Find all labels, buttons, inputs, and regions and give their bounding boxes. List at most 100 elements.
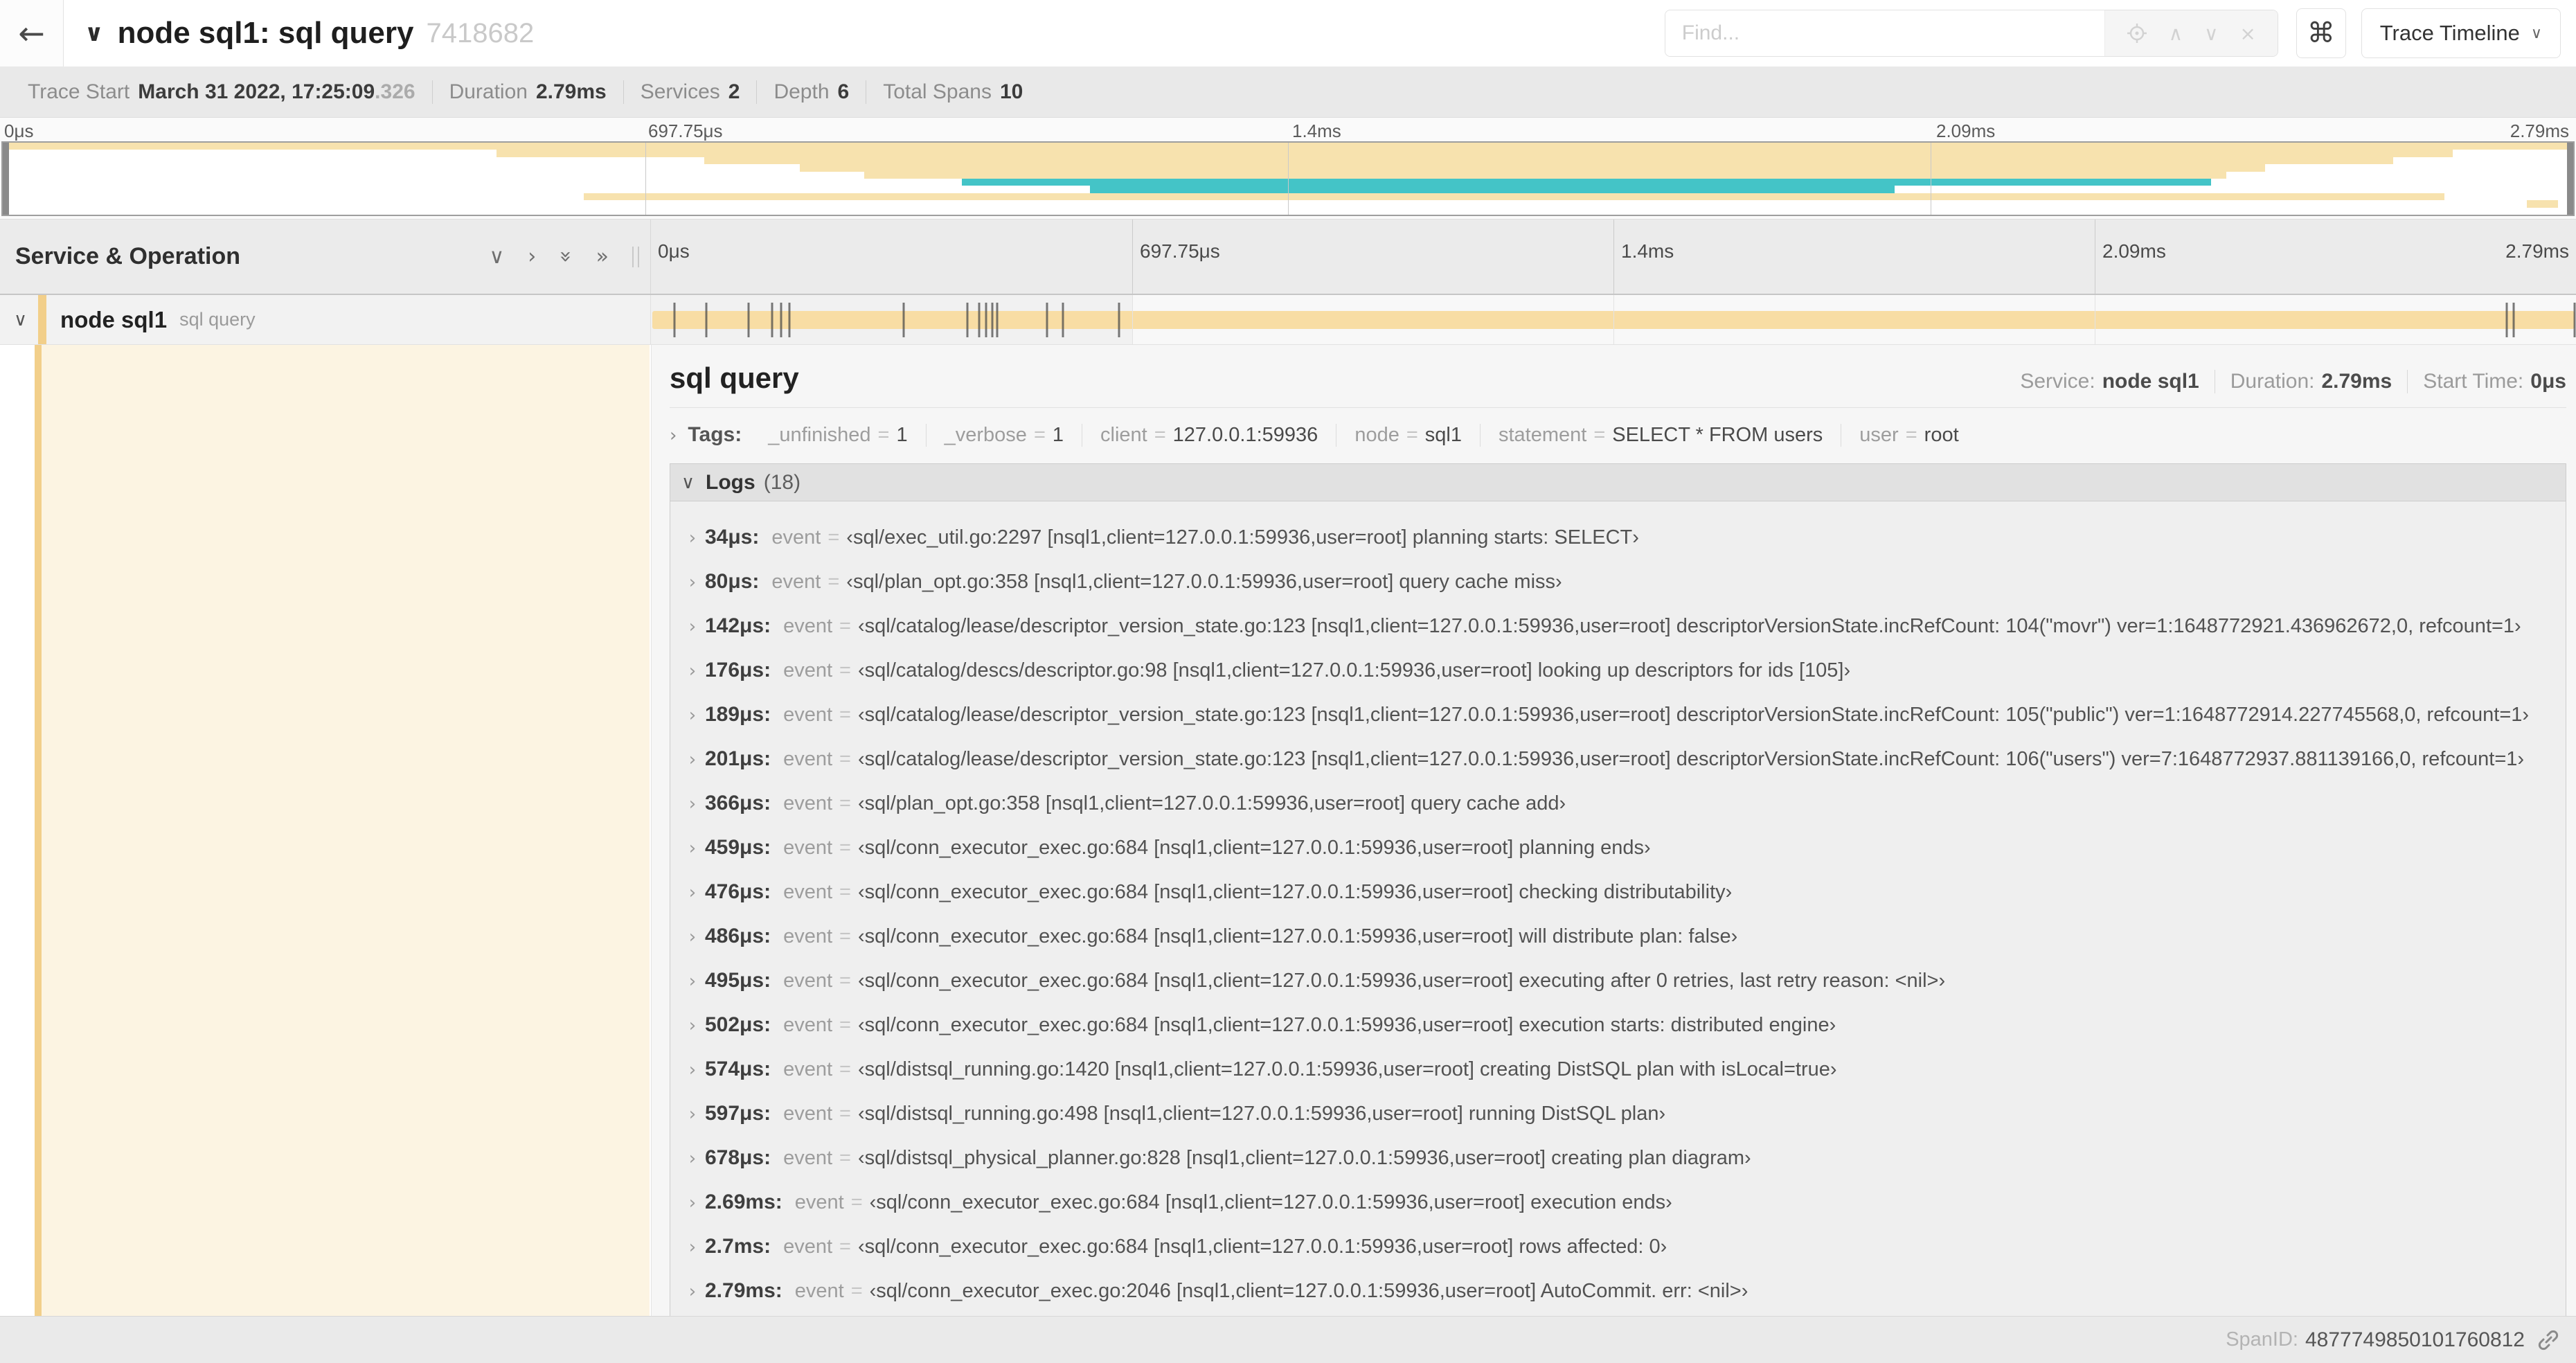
clear-search-icon[interactable]: × [2239,22,2255,45]
next-result-icon[interactable]: ∨ [2204,22,2219,45]
equals-sign: = [839,837,851,859]
timeline-grid-header: Service & Operation ∨ › » » 0μs 697.75μs 1… [0,219,2576,295]
chevron-right-icon: › [688,749,697,770]
minimap-span [583,193,2445,201]
service-value: node sql1 [2102,370,2199,393]
equals-sign: = [839,1147,851,1169]
log-field-key: event [783,1147,833,1169]
chevron-right-icon: › [688,882,697,903]
chevron-right-icon: › [688,794,697,814]
log-entry[interactable]: › 34μs: event = ‹sql/exec_util.go:2297 [nsql… [680,515,2566,560]
tags-row[interactable]: › Tags: _unfinished = 1 _verbose = 1 client = 12… [670,423,2566,447]
log-entry[interactable]: › 459μs: event = ‹sql/conn_executor_exec.go:… [680,826,2566,870]
log-timestamp: 80μs: [705,570,760,593]
equals-sign: = [877,424,890,446]
trace-summary-label: Duration [449,80,528,103]
trace-summary-item: Trace Start March 31 2022, 17:25:09.326 [11,80,432,104]
locate-icon[interactable] [2127,23,2147,44]
log-entry[interactable]: › 80μs: event = ‹sql/plan_opt.go:358 [nsql1,… [680,560,2566,604]
column-resizer[interactable] [632,246,639,267]
log-entry[interactable]: › 495μs: event = ‹sql/conn_executor_exec.go:… [680,959,2566,1003]
expand-one-icon[interactable]: › [528,244,536,269]
log-entry[interactable]: › 2.7ms: event = ‹sql/conn_executor_exec.go:… [680,1224,2566,1269]
log-entry[interactable]: › 176μs: event = ‹sql/catalog/descs/descript… [680,648,2566,693]
log-entry[interactable]: › 2.79ms: event = ‹sql/conn_executor_exec.go… [680,1269,2566,1313]
log-timestamp: 2.7ms: [705,1235,771,1258]
span-detail-header: sql query Service: node sql1 Duration: 2… [670,362,2566,395]
trace-summary-label: Trace Start [28,80,130,103]
view-select-button[interactable]: Trace Timeline ∨ [2361,8,2561,58]
logs-header[interactable]: ∨ Logs (18) [670,464,2566,501]
log-message: ‹sql/distsql_running.go:498 [nsql1,clien… [857,1103,1666,1125]
tag-value: 127.0.0.1:59936 [1172,424,1318,446]
span-detail-panel: sql query Service: node sql1 Duration: 2… [651,345,2576,1316]
log-entry[interactable]: › 486μs: event = ‹sql/conn_executor_exec.go:… [680,914,2566,959]
tag-key: client [1100,424,1147,446]
log-marker [996,303,999,337]
back-button[interactable]: ← [0,0,64,66]
log-message: ‹sql/conn_executor_exec.go:684 [nsql1,cl… [857,970,1946,992]
minimap-ticks: 0μs 697.75μs 1.4ms 2.09ms 2.79ms [0,118,2576,141]
service-label: Service: [2020,370,2095,393]
log-timestamp: 2.79ms: [705,1279,782,1302]
expand-all-icon[interactable]: » [596,244,609,269]
minimap-canvas[interactable] [1,141,2575,216]
trace-summary-label: Total Spans [883,80,992,103]
chevron-right-icon: › [688,838,697,859]
link-icon[interactable] [2536,1328,2561,1353]
tag-value: 1 [896,424,908,446]
log-timestamp: 2.69ms: [705,1191,782,1213]
log-field-key: event [783,615,833,637]
span-row[interactable]: ∨ node sql1 sql query [0,295,2576,345]
trace-minimap: 0μs 697.75μs 1.4ms 2.09ms 2.79ms [0,118,2576,219]
chevron-right-icon: › [688,1148,697,1169]
log-message: ‹sql/conn_executor_exec.go:684 [nsql1,cl… [857,837,1651,859]
log-field-key: event [783,881,833,903]
trace-summary-label: Depth [773,80,830,103]
collapse-one-icon[interactable]: ∨ [489,244,504,269]
find-input[interactable] [1665,10,2104,56]
chevron-down-icon[interactable]: ∨ [14,310,27,330]
minimap-tick-label: 0μs [4,121,34,141]
tag-key: statement [1498,424,1587,446]
tag-value: sql1 [1424,424,1462,446]
log-entry[interactable]: › 201μs: event = ‹sql/catalog/lease/descript… [680,737,2566,781]
chevron-down-icon: ∨ [681,472,695,493]
log-entry[interactable]: › 574μs: event = ‹sql/distsql_running.go:142… [680,1047,2566,1092]
log-entry[interactable]: › 476μs: event = ‹sql/conn_executor_exec.go:… [680,870,2566,914]
log-marker [2505,303,2508,337]
equals-sign: = [839,1058,851,1080]
ruler-tick-label: 0μs [658,240,690,262]
chevron-right-icon: › [688,528,697,549]
log-message: ‹sql/catalog/lease/descriptor_version_st… [857,704,2530,726]
chevron-right-icon: › [688,661,697,682]
log-message: ‹sql/distsql_physical_planner.go:828 [ns… [857,1147,1751,1169]
log-entry[interactable]: › 502μs: event = ‹sql/conn_executor_exec.go:… [680,1003,2566,1047]
chevron-down-icon: ∨ [2530,24,2542,42]
log-entry[interactable]: › 189μs: event = ‹sql/catalog/lease/descript… [680,693,2566,737]
minimap-left-scrubber[interactable] [3,143,9,215]
log-timestamp: 597μs: [705,1102,771,1125]
collapse-all-icon[interactable]: » [554,250,578,262]
equals-sign: = [839,970,851,992]
minimap-gridline [1288,143,1289,215]
log-entry[interactable]: › 597μs: event = ‹sql/distsql_running.go:498… [680,1092,2566,1136]
log-message: ‹sql/conn_executor_exec.go:2046 [nsql1,c… [869,1280,1748,1302]
span-detail-title: sql query [670,362,799,394]
log-timestamp: 189μs: [705,703,771,726]
equals-sign: = [828,571,840,593]
minimap-right-scrubber[interactable] [2567,143,2573,215]
chevron-down-icon[interactable]: ∨ [84,19,104,47]
log-timestamp: 366μs: [705,792,771,814]
log-entry[interactable]: › 678μs: event = ‹sql/distsql_physical_plann… [680,1136,2566,1180]
log-entry[interactable]: › 142μs: event = ‹sql/catalog/lease/descript… [680,604,2566,648]
service-tint-fill [35,345,650,1316]
timeline-ruler: 0μs 697.75μs 1.4ms 2.09ms 2.79ms [651,220,2576,294]
logs-accordion: ∨ Logs (18) › 34μs: event = ‹sql/exec_util.g… [670,463,2566,1316]
prev-result-icon[interactable]: ∧ [2169,22,2183,45]
keyboard-shortcuts-button[interactable]: ⌘ [2296,8,2346,58]
log-field-key: event [783,748,833,770]
log-entry[interactable]: › 366μs: event = ‹sql/plan_opt.go:358 [nsql1… [680,781,2566,826]
log-entry[interactable]: › 2.69ms: event = ‹sql/conn_executor_exec.go… [680,1180,2566,1224]
equals-sign: = [828,526,840,549]
